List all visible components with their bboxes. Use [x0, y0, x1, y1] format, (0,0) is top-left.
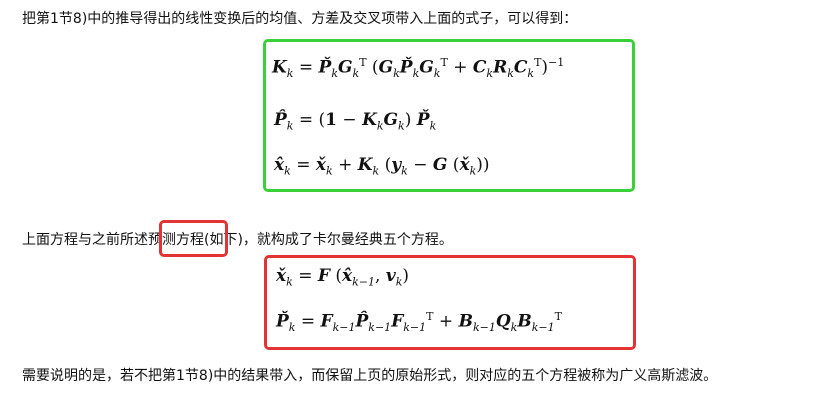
- summary-text-after: (如下)，就构成了卡尔曼经典五个方程。: [204, 232, 453, 248]
- covariance-update-equation: P̂k = (1 − KkGk) P̌k: [274, 110, 437, 133]
- kalman-gain-equation: Kk = P̌kGkT (GkP̌kGkT + CkRkCkT)−1: [272, 56, 565, 81]
- state-update-equation: x̂k = x̌k + Kk (yk − G (x̌k)): [274, 155, 490, 178]
- state-prediction-equation: x̌k = F (x̂k−1, vk): [276, 266, 410, 289]
- summary-text: 上面方程与之前所述预测方程(如下)，就构成了卡尔曼经典五个方程。: [22, 230, 453, 250]
- intro-text: 把第1节8)中的推导得出的线性变换后的均值、方差及交叉项带入上面的式子，可以得到…: [22, 11, 578, 27]
- covariance-prediction-equation: P̌k = Fk−1P̂k−1Fk−1T + Bk−1QkBk−1T: [276, 310, 562, 335]
- prediction-highlight-box: [159, 220, 228, 257]
- summary-text-before: 上面方程与之前所述: [22, 232, 148, 248]
- note-text: 需要说明的是，若不把第1节8)中的结果带入，而保留上页的原始形式，则对应的五个方…: [22, 368, 718, 384]
